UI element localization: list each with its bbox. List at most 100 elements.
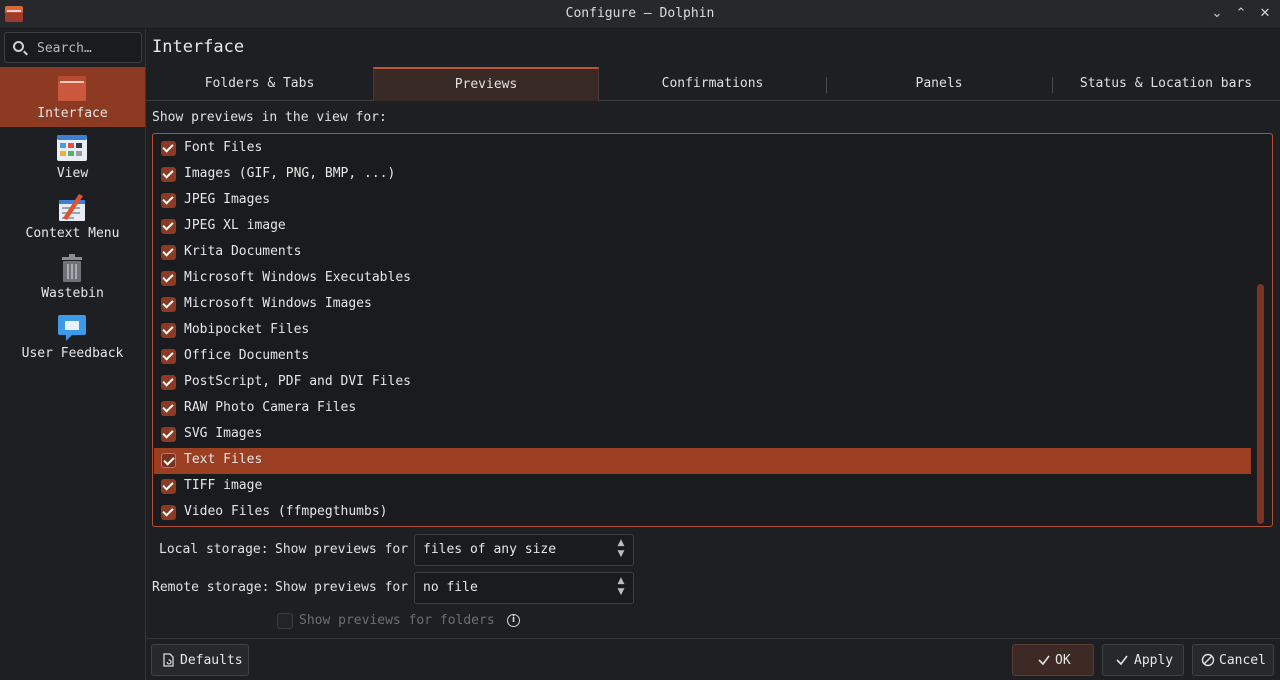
preview-checkbox[interactable] <box>161 505 176 520</box>
sidebar-item-label: Context Menu <box>25 226 120 241</box>
cancel-button[interactable]: Cancel <box>1192 644 1274 676</box>
preview-types-list[interactable]: Font Files Images (GIF, PNG, BMP, ...) J… <box>152 133 1273 527</box>
preview-checkbox[interactable] <box>161 479 176 494</box>
sidebar-item-wastebin[interactable]: Wastebin <box>0 247 145 307</box>
list-item[interactable]: Microsoft Windows Executables <box>154 266 1251 292</box>
preview-checkbox[interactable] <box>161 375 176 390</box>
page-title: Interface <box>152 37 245 57</box>
preview-checkbox[interactable] <box>161 401 176 416</box>
folder-icon <box>58 76 86 101</box>
list-item-label: RAW Photo Camera Files <box>184 400 357 415</box>
preview-checkbox[interactable] <box>161 141 176 156</box>
list-item[interactable]: SVG Images <box>154 422 1251 448</box>
tab-panels[interactable]: Panels <box>826 67 1052 101</box>
scrollbar-thumb[interactable] <box>1257 284 1264 524</box>
list-item-label: Video Files (ffmpegthumbs) <box>184 504 388 519</box>
preview-checkbox[interactable] <box>161 297 176 312</box>
sidebar-item-label: View <box>56 166 89 181</box>
maximize-icon[interactable]: ⌃ <box>1232 5 1250 23</box>
list-item-label: Office Documents <box>184 348 310 363</box>
list-item-label: SVG Images <box>184 426 263 441</box>
local-storage-value: files of any size <box>423 542 557 557</box>
list-item-label: Microsoft Windows Executables <box>184 270 411 285</box>
list-item-label: TIFF image <box>184 478 263 493</box>
remote-show-for-label: Show previews for <box>275 580 409 595</box>
previews-section-label: Show previews in the view for: <box>152 110 387 125</box>
list-item-label: JPEG XL image <box>184 218 286 233</box>
sidebar-item-view[interactable]: View <box>0 127 145 187</box>
list-item-label: Font Files <box>184 140 263 155</box>
list-item[interactable]: Video Files (ffmpegthumbs) <box>154 500 1251 526</box>
tab-folders-tabs[interactable]: Folders & Tabs <box>146 67 373 101</box>
preview-checkbox[interactable] <box>161 323 176 338</box>
list-item[interactable]: JPEG Images <box>154 188 1251 214</box>
tab-previews[interactable]: Previews <box>373 67 599 101</box>
ok-button-label: OK <box>1055 653 1071 668</box>
list-scrollbar[interactable] <box>1257 136 1265 524</box>
folder-previews-checkbox[interactable] <box>277 613 293 629</box>
context-menu-icon <box>59 194 85 221</box>
sidebar: Interface View Context Menu <box>0 29 146 680</box>
tab-confirmations[interactable]: Confirmations <box>599 67 826 101</box>
remote-storage-value: no file <box>423 580 478 595</box>
list-item[interactable]: JPEG XL image <box>154 214 1251 240</box>
list-item-label: JPEG Images <box>184 192 271 207</box>
ok-button[interactable]: OK <box>1012 644 1094 676</box>
preview-checkbox[interactable] <box>161 427 176 442</box>
preview-checkbox[interactable] <box>161 349 176 364</box>
defaults-button-label: Defaults <box>180 653 243 668</box>
close-icon[interactable]: ✕ <box>1256 5 1274 23</box>
apply-button-label: Apply <box>1134 653 1174 668</box>
sidebar-item-label: Interface <box>37 106 108 121</box>
cancel-icon <box>1201 653 1215 667</box>
spin-arrows-icon[interactable]: ▲ ▼ <box>615 538 627 562</box>
sidebar-item-label: Wastebin <box>41 286 104 301</box>
defaults-button[interactable]: Defaults <box>151 644 249 676</box>
preview-checkbox[interactable] <box>161 167 176 182</box>
trash-icon <box>62 254 82 282</box>
checkmark-icon <box>1038 655 1050 666</box>
local-storage-size-spinbox[interactable]: files of any size ▲ ▼ <box>414 534 634 566</box>
apply-button[interactable]: Apply <box>1102 644 1184 676</box>
remote-storage-label: Remote storage: <box>152 580 270 595</box>
search-input[interactable] <box>37 39 137 57</box>
feedback-icon <box>58 315 86 341</box>
sidebar-item-context-menu[interactable]: Context Menu <box>0 187 145 247</box>
search-box[interactable] <box>4 32 142 63</box>
window-title: Configure — Dolphin <box>565 6 715 21</box>
list-item[interactable]: RAW Photo Camera Files <box>154 396 1251 422</box>
spin-arrows-icon[interactable]: ▲ ▼ <box>615 576 627 600</box>
cancel-button-label: Cancel <box>1219 653 1266 668</box>
list-item[interactable]: Microsoft Windows Images <box>154 292 1251 318</box>
local-storage-label: Local storage: <box>159 542 269 557</box>
preview-checkbox[interactable] <box>161 271 176 286</box>
info-icon[interactable]: i <box>507 614 520 627</box>
list-item-label: Text Files <box>184 452 263 467</box>
minimize-icon[interactable]: ⌄ <box>1208 5 1226 23</box>
list-item[interactable]: Office Documents <box>154 344 1251 370</box>
sidebar-item-label: User Feedback <box>21 346 124 361</box>
sidebar-item-interface[interactable]: Interface <box>0 67 145 127</box>
sidebar-item-user-feedback[interactable]: User Feedback <box>0 307 145 367</box>
preview-checkbox[interactable] <box>161 453 176 468</box>
list-item[interactable]: Images (GIF, PNG, BMP, ...) <box>154 162 1251 188</box>
list-item-label: Krita Documents <box>184 244 302 259</box>
list-item-selected[interactable]: Text Files <box>154 448 1251 474</box>
checkmark-icon <box>1116 655 1128 666</box>
title-bar: Configure — Dolphin ⌄ ⌃ ✕ <box>0 0 1280 29</box>
preview-checkbox[interactable] <box>161 245 176 260</box>
list-item[interactable]: TIFF image <box>154 474 1251 500</box>
list-item[interactable]: Font Files <box>154 136 1251 162</box>
tab-status-location-bars[interactable]: Status & Location bars <box>1052 67 1280 101</box>
preview-checkbox[interactable] <box>161 193 176 208</box>
list-item-label: PostScript, PDF and DVI Files <box>184 374 411 389</box>
list-item[interactable]: Krita Documents <box>154 240 1251 266</box>
remote-storage-size-spinbox[interactable]: no file ▲ ▼ <box>414 572 634 604</box>
list-item[interactable]: PostScript, PDF and DVI Files <box>154 370 1251 396</box>
tab-bar: Folders & Tabs Previews Confirmations Pa… <box>146 67 1280 101</box>
list-item[interactable]: Mobipocket Files <box>154 318 1251 344</box>
preview-checkbox[interactable] <box>161 219 176 234</box>
folder-previews-label: Show previews for folders <box>299 613 495 628</box>
view-icon <box>57 135 87 161</box>
list-item-label: Images (GIF, PNG, BMP, ...) <box>184 166 396 181</box>
